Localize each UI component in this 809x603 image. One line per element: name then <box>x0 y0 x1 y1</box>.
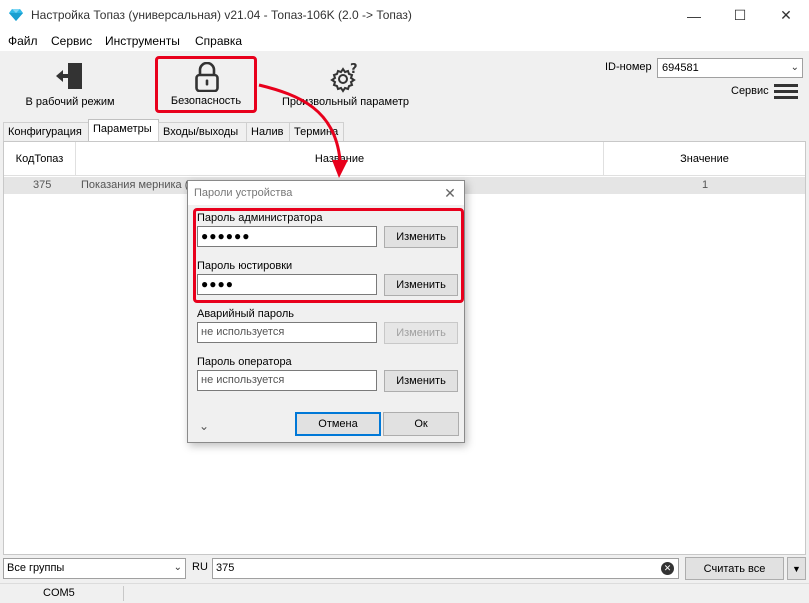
operator-password-field[interactable]: не используется <box>197 370 377 391</box>
menu-tools[interactable]: Инструменты <box>105 34 180 48</box>
operator-password-label: Пароль оператора <box>197 356 292 368</box>
app-diamond-icon <box>9 9 23 21</box>
device-passwords-dialog: Пароли устройства ✕ Пароль администратор… <box>187 180 465 443</box>
toolbar: В рабочий режим Безопасность ? Произволь… <box>0 51 809 119</box>
emergency-password-label: Аварийный пароль <box>197 308 294 320</box>
work-mode-label: В рабочий режим <box>25 96 115 108</box>
expand-chevron-icon[interactable]: ⌄ <box>199 419 209 433</box>
custom-parameter-button[interactable]: ? Произвольный параметр <box>278 59 413 111</box>
tab-parameters[interactable]: Параметры <box>88 119 159 141</box>
tab-strip: Конфигурация Параметры Входы/выходы Нали… <box>0 119 809 141</box>
column-header-code[interactable]: КодТопаз <box>4 142 76 176</box>
admin-password-label: Пароль администратора <box>197 212 323 224</box>
maximize-button[interactable]: ☐ <box>717 0 763 31</box>
menu-file[interactable]: Файл <box>8 34 38 48</box>
cell-value: 1 <box>702 179 709 191</box>
dialog-title-bar: Пароли устройства ✕ <box>188 181 464 205</box>
emergency-change-button: Изменить <box>384 322 458 344</box>
menu-bar: Файл Сервис Инструменты Справка <box>0 31 809 51</box>
exit-door-icon <box>56 63 82 89</box>
cancel-button[interactable]: Отмена <box>295 412 381 436</box>
status-divider <box>123 586 124 601</box>
tab-configuration[interactable]: Конфигурация <box>3 122 89 141</box>
service-label: Сервис <box>731 85 769 97</box>
security-label: Безопасность <box>170 95 242 107</box>
status-port: COM5 <box>43 587 75 599</box>
tab-io[interactable]: Входы/выходы <box>158 122 247 141</box>
adjust-password-field[interactable]: ●●●● <box>197 274 377 295</box>
read-all-button[interactable]: Считать все <box>685 557 784 580</box>
menu-service[interactable]: Сервис <box>51 34 92 48</box>
adjust-password-label: Пароль юстировки <box>197 260 293 272</box>
service-menu-button[interactable]: Сервис <box>731 82 801 102</box>
adjust-change-button[interactable]: Изменить <box>384 274 458 296</box>
admin-change-button[interactable]: Изменить <box>384 226 458 248</box>
clear-search-icon[interactable]: ✕ <box>661 562 674 575</box>
search-input[interactable]: 375 ✕ <box>212 558 679 579</box>
hamburger-icon <box>774 84 798 100</box>
id-number-label: ID-номер <box>605 61 652 73</box>
language-label: RU <box>192 561 208 573</box>
minimize-button[interactable]: — <box>671 0 717 31</box>
chevron-down-icon: ⌄ <box>173 562 182 573</box>
admin-password-field[interactable]: ●●●●●● <box>197 226 377 247</box>
cell-code: 375 <box>33 179 52 191</box>
column-header-value[interactable]: Значение <box>604 142 805 176</box>
dialog-close-icon[interactable]: ✕ <box>440 183 460 203</box>
window-title: Настройка Топаз (универсальная) v21.04 -… <box>31 8 412 22</box>
id-number-value: 694581 <box>662 62 699 74</box>
chevron-down-icon: ⌄ <box>790 62 799 73</box>
status-bar: COM5 <box>0 583 809 603</box>
emergency-password-field[interactable]: не используется <box>197 322 377 343</box>
tab-terminal[interactable]: Термина <box>289 122 344 141</box>
ok-button[interactable]: Ок <box>383 412 459 436</box>
tab-filling[interactable]: Налив <box>246 122 290 141</box>
group-filter-select[interactable]: Все группы ⌄ <box>3 558 186 579</box>
title-bar: Настройка Топаз (универсальная) v21.04 -… <box>0 0 809 31</box>
menu-help[interactable]: Справка <box>195 34 242 48</box>
padlock-icon <box>195 62 219 92</box>
read-options-dropdown-button[interactable]: ▼ <box>787 557 806 580</box>
id-number-select[interactable]: 694581 ⌄ <box>657 58 803 78</box>
svg-text:?: ? <box>350 62 358 77</box>
security-button[interactable]: Безопасность <box>155 56 257 113</box>
gear-question-icon: ? <box>330 62 358 93</box>
search-value: 375 <box>216 562 235 574</box>
close-window-button[interactable]: ✕ <box>763 0 809 31</box>
column-header-name[interactable]: Название <box>76 142 604 176</box>
operator-change-button[interactable]: Изменить <box>384 370 458 392</box>
work-mode-button[interactable]: В рабочий режим <box>20 59 120 111</box>
custom-parameter-label: Произвольный параметр <box>281 96 410 108</box>
group-filter-value: Все группы <box>7 562 65 574</box>
cell-name: Показания мерника (л <box>81 179 195 191</box>
dialog-title: Пароли устройства <box>194 187 293 199</box>
